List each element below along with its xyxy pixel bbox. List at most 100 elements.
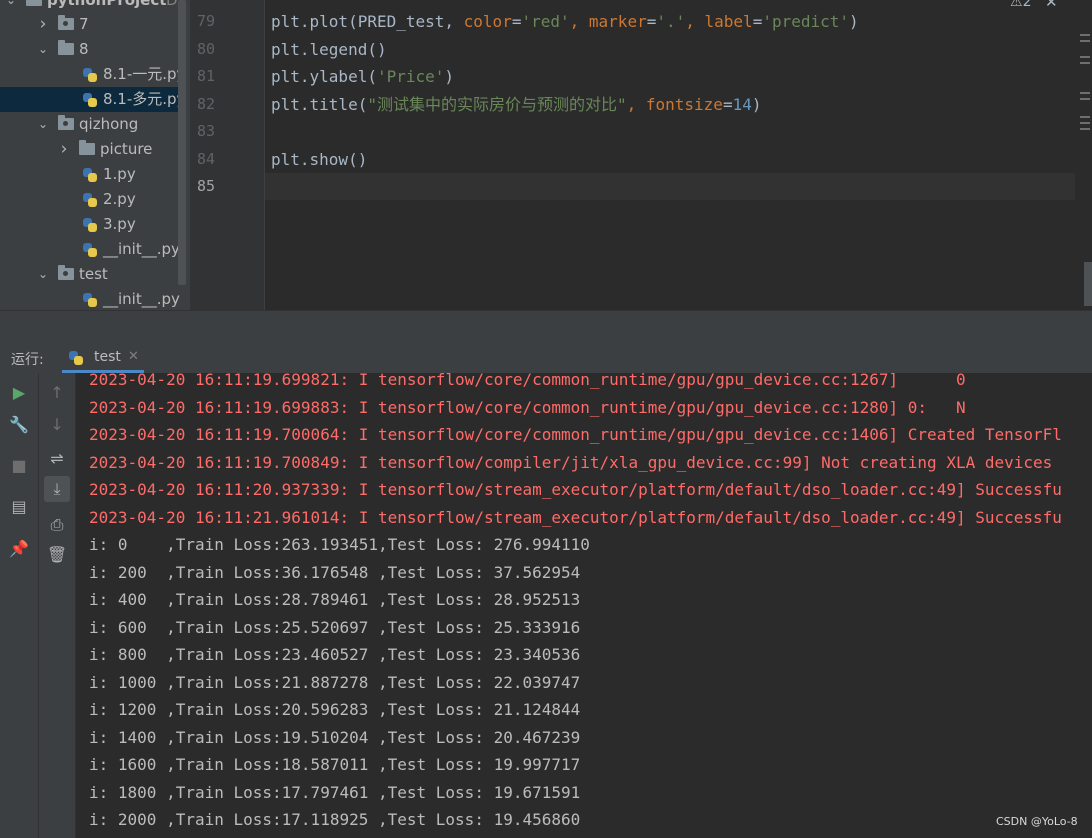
stripe-mark[interactable] — [1080, 34, 1090, 36]
chevron-right-icon[interactable]: › — [36, 12, 50, 37]
stripe-mark[interactable] — [1080, 56, 1090, 58]
code-token: label — [704, 12, 753, 31]
editor-scrollbar-thumb[interactable] — [1084, 262, 1092, 306]
stripe-mark[interactable] — [1080, 92, 1090, 94]
wrench-icon[interactable]: 🔧 — [6, 412, 32, 438]
console-output-line: i: 1000 ,Train Loss:21.887278 ,Test Loss… — [89, 672, 581, 692]
line-number: 83 — [196, 122, 215, 140]
console-output-line: i: 1800 ,Train Loss:17.797461 ,Test Loss… — [89, 782, 581, 802]
code-token: ) — [444, 67, 455, 86]
editor-gutter: 79 80 81 82 83 84 85 — [190, 0, 265, 310]
soft-wrap-icon[interactable]: ⇌ — [44, 446, 70, 472]
chevron-right-icon[interactable]: › — [57, 137, 71, 162]
pin-icon[interactable]: 📌 — [6, 536, 32, 562]
stripe-mark[interactable] — [1080, 62, 1090, 64]
scroll-to-end-icon[interactable]: ⤓ — [44, 476, 70, 502]
console-log-line: 2023-04-20 16:11:21.961014: I tensorflow… — [89, 507, 1062, 527]
code-token: plt.legend() — [271, 39, 387, 59]
stripe-mark[interactable] — [1080, 40, 1090, 42]
python-file-icon — [82, 167, 98, 183]
panel-separator[interactable] — [0, 310, 1092, 345]
console-output-line: i: 800 ,Train Loss:23.460527 ,Test Loss:… — [89, 645, 581, 664]
run-toolbar-primary: ▶ 🔧 ■ ▤ 📌 — [0, 373, 39, 838]
run-toolbar-secondary: ↑ ↓ ⇌ ⤓ ⎙ 🗑 — [39, 373, 76, 838]
tree-item[interactable]: 8.1-一元.py — [0, 62, 185, 87]
code-line[interactable]: plt.title("测试集中的实际房价与预测的对比", fontsize=14… — [271, 91, 761, 118]
tree-item-label: __init__.py — [103, 240, 180, 258]
console-output-line: i: 400 ,Train Loss:28.789461 ,Test Loss:… — [89, 590, 581, 609]
warning-icon: ⚠ — [1010, 0, 1023, 10]
watermark: CSDN @YoLo-8 — [996, 815, 1078, 828]
folder-icon — [26, 0, 42, 6]
line-number: 85 — [196, 177, 215, 195]
rerun-icon[interactable]: ▶ — [6, 380, 32, 406]
tree-item[interactable]: 2.py — [0, 187, 178, 212]
tree-item-label: qizhong — [79, 115, 139, 133]
code-line[interactable]: plt.legend() — [271, 36, 387, 63]
tree-item[interactable]: ⌄ test — [0, 262, 178, 287]
python-file-icon — [68, 350, 84, 366]
folder-icon — [58, 40, 74, 55]
tree-item-label: 3.py — [103, 215, 136, 233]
tree-item[interactable]: › picture — [0, 137, 178, 162]
tree-item[interactable]: 8.1-多元.py — [0, 87, 185, 112]
chevron-down-icon[interactable]: ⌄ — [36, 37, 50, 62]
close-tab-icon[interactable]: ✕ — [128, 349, 139, 364]
code-token: marker — [588, 12, 647, 31]
code-token: 'Price' — [376, 67, 445, 86]
code-token: 'predict' — [762, 12, 850, 31]
project-tree: ⌄ pythonProject D: › 7 ⌄ 8 8.1-一元.py 8.1-多元.py ⌄ q… — [0, 0, 190, 330]
tree-item-label: 7 — [79, 15, 89, 33]
code-token: color — [463, 12, 512, 31]
code-token: , — [685, 12, 705, 31]
close-icon[interactable]: ✕ — [1045, 0, 1058, 11]
stripe-mark[interactable] — [1080, 122, 1090, 124]
code-line[interactable]: plt.ylabel('Price') — [271, 63, 454, 90]
line-number: 80 — [196, 39, 215, 58]
code-line[interactable]: plt.plot(PRED_test, color='red', marker=… — [271, 8, 859, 35]
console-log-line: 2023-04-20 16:11:19.699821: I tensorflow… — [89, 373, 966, 389]
code-token: plt.show() — [271, 149, 368, 169]
project-tree-scrollbar[interactable] — [178, 0, 186, 285]
warning-count: 2 — [1022, 0, 1032, 10]
code-token: plt.plot(PRED_test, — [271, 12, 464, 31]
console-log-line: 2023-04-20 16:11:20.937339: I tensorflow… — [89, 480, 1062, 499]
tree-item[interactable]: __init__.py — [0, 287, 180, 312]
trash-icon[interactable]: 🗑 — [44, 542, 70, 568]
print-icon[interactable]: ⎙ — [44, 512, 70, 538]
tree-item[interactable]: 3.py — [0, 212, 178, 237]
chevron-down-icon[interactable]: ⌄ — [36, 262, 50, 287]
line-number: 82 — [196, 94, 215, 113]
console-output-line: i: 200 ,Train Loss:36.176548 ,Test Loss:… — [89, 562, 581, 582]
console-output-line: i: 600 ,Train Loss:25.520697 ,Test Loss:… — [89, 617, 581, 637]
code-token: , — [569, 12, 589, 31]
layout-icon[interactable]: ▤ — [6, 494, 32, 520]
run-tab-test[interactable]: test ✕ — [62, 344, 144, 373]
stripe-mark[interactable] — [1080, 98, 1090, 100]
console-log-line: 2023-04-20 16:11:19.699883: I tensorflow… — [89, 397, 966, 417]
console-output-line: i: 2000 ,Train Loss:17.118925 ,Test Loss… — [89, 810, 581, 829]
stop-icon[interactable]: ■ — [6, 453, 32, 479]
chevron-down-icon[interactable]: ⌄ — [36, 112, 50, 137]
tree-item[interactable]: ⌄ qizhong — [0, 112, 178, 137]
up-arrow-icon[interactable]: ↑ — [44, 380, 70, 406]
down-arrow-icon[interactable]: ↓ — [44, 412, 70, 438]
stripe-mark[interactable] — [1080, 128, 1090, 130]
code-line[interactable]: plt.show() — [271, 146, 367, 173]
tree-item[interactable]: › 7 — [0, 12, 178, 37]
tree-item[interactable]: 1.py — [0, 162, 178, 187]
run-panel-label: 运行: — [11, 352, 44, 368]
run-tab-label: test — [94, 349, 121, 365]
code-editor[interactable]: plt.plot(PRED_test, color='red', marker=… — [265, 0, 1075, 310]
tree-item-label: __init__.py — [103, 290, 180, 308]
folder-icon — [58, 265, 74, 280]
tree-item-label: 8.1-多元.py — [103, 90, 186, 108]
run-console-output[interactable]: 2023-04-20 16:11:19.699821: I tensorflow… — [76, 373, 1092, 838]
stripe-mark[interactable] — [1080, 116, 1090, 118]
tree-item-label: 8.1-一元.py — [103, 65, 186, 83]
tree-item[interactable]: __init__.py — [0, 237, 180, 262]
inspection-warning-badge[interactable]: ⚠2 — [1010, 0, 1031, 10]
tree-item[interactable]: ⌄ 8 — [0, 37, 178, 62]
console-output-line: i: 0 ,Train Loss:263.193451,Test Loss: 2… — [89, 535, 590, 554]
current-line-highlight — [265, 173, 1075, 200]
